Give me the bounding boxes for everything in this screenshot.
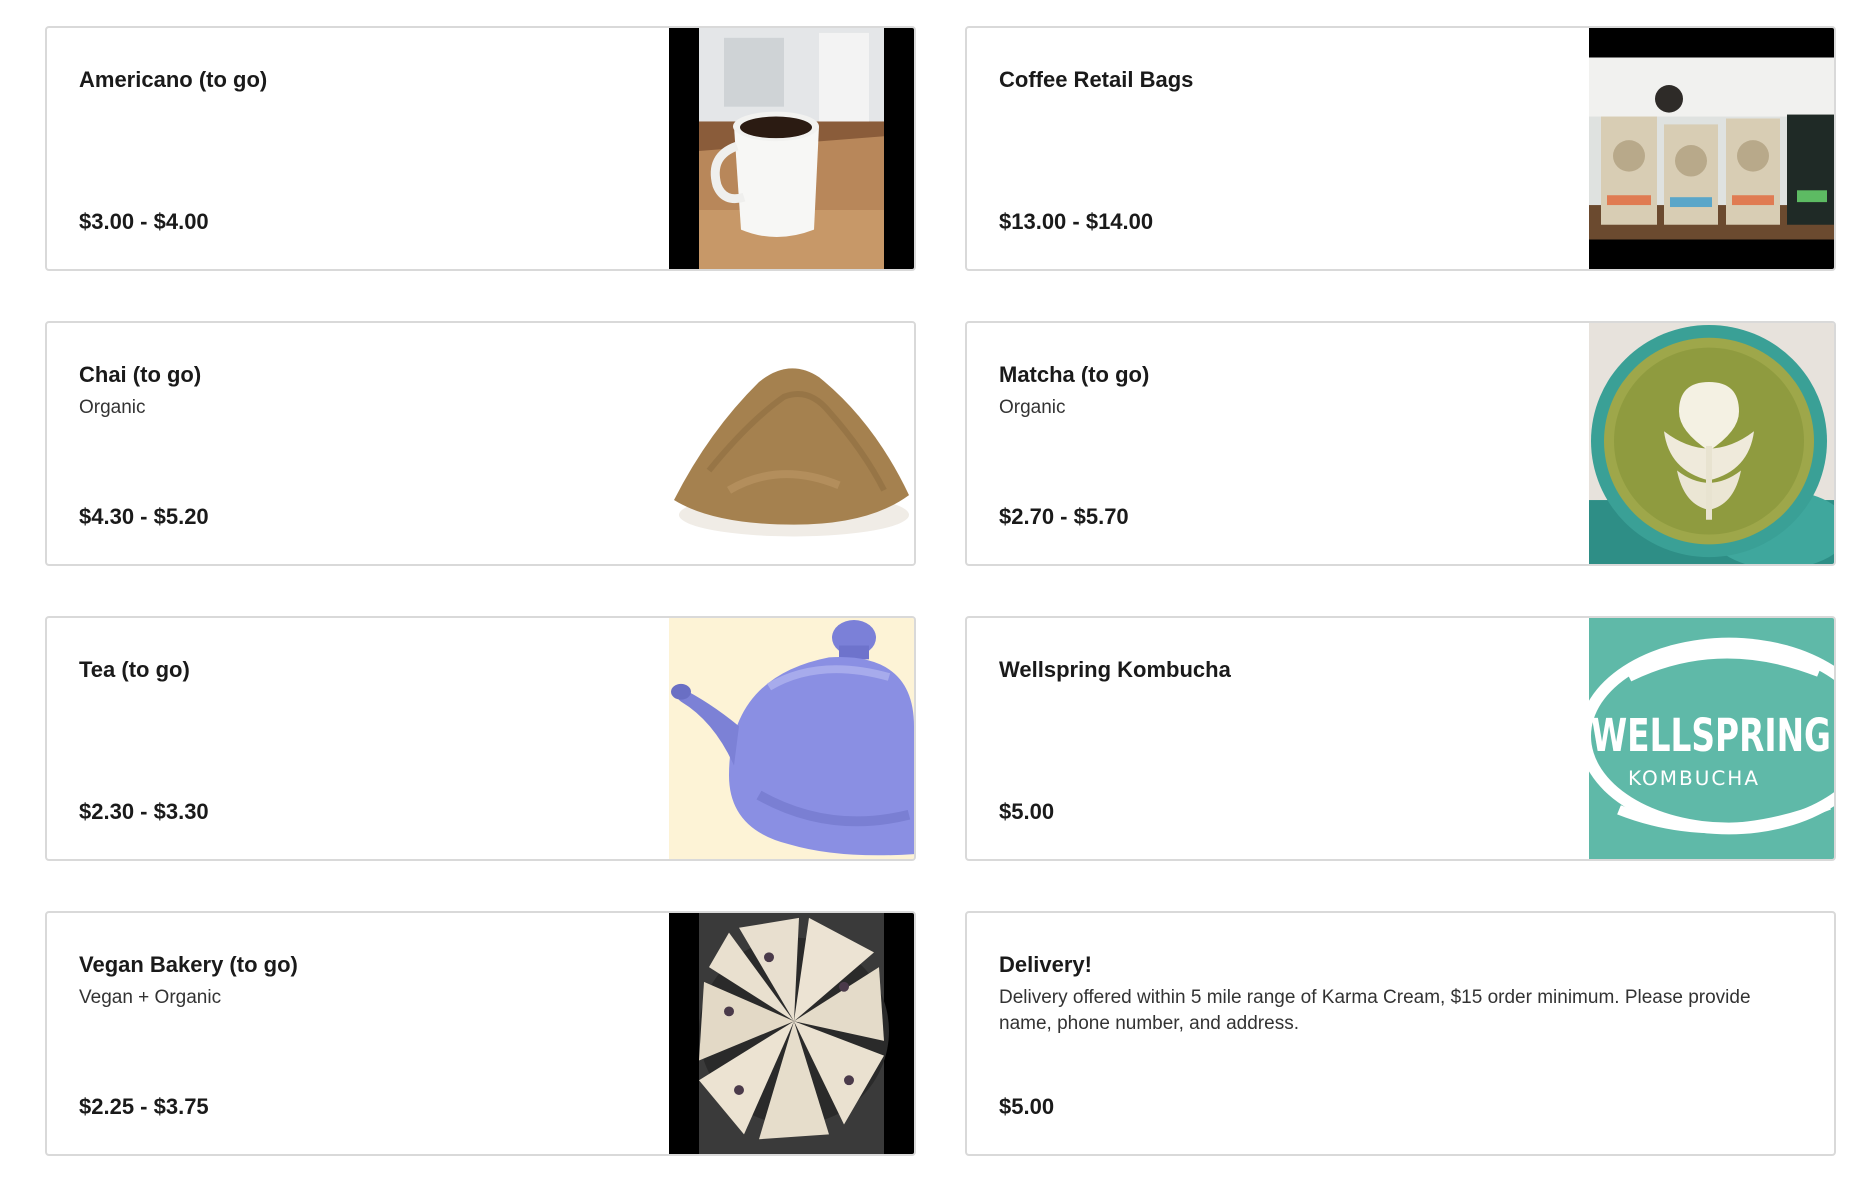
product-card-delivery[interactable]: Delivery! Delivery offered within 5 mile… [965,911,1836,1156]
product-card-coffee-retail-bags[interactable]: Coffee Retail Bags $13.00 - $14.00 [965,26,1836,271]
product-card-vegan-bakery[interactable]: Vegan Bakery (to go) Vegan + Organic $2.… [45,911,916,1156]
product-image[interactable] [669,913,914,1154]
product-price: $4.30 - $5.20 [79,504,209,529]
product-name: Delivery! [999,952,1092,977]
product-image[interactable] [1589,28,1834,269]
product-image[interactable] [669,618,914,859]
product-image[interactable] [669,28,914,269]
product-price: $5.00 [999,1094,1055,1119]
product-name: Vegan Bakery (to go) [79,952,298,977]
product-info: Tea (to go) [79,656,654,859]
product-info: Americano (to go) [79,66,654,269]
product-card-chai[interactable]: Chai (to go) Organic $4.30 - $5.20 [45,321,916,566]
product-name: Americano (to go) [79,67,268,92]
product-grid: Americano (to go) $3.00 - $4.00 Coffee R… [45,26,1836,1156]
logo-subtext: KOMBUCHA [1628,767,1760,790]
product-image[interactable]: WELLSPRING KOMBUCHA [1589,618,1834,859]
product-price: $5.00 [999,799,1055,824]
product-card-americano[interactable]: Americano (to go) $3.00 - $4.00 [45,26,916,271]
product-description: Vegan + Organic [79,986,222,1008]
product-name: Tea (to go) [79,657,190,682]
product-image[interactable] [669,323,914,564]
product-price: $13.00 - $14.00 [999,209,1154,234]
product-card-tea[interactable]: Tea (to go) $2.30 - $3.30 [45,616,916,861]
product-price: $2.30 - $3.30 [79,799,209,824]
product-name: Chai (to go) [79,362,202,387]
product-price: $3.00 - $4.00 [79,209,209,234]
product-info: Delivery! Delivery offered within 5 mile… [999,951,1802,1154]
product-card-wellspring-kombucha[interactable]: Wellspring Kombucha $5.00 WELLSPRING KOM… [965,616,1836,861]
product-name: Wellspring Kombucha [999,657,1231,682]
product-info: Coffee Retail Bags [999,66,1574,269]
product-info: Vegan Bakery (to go) Vegan + Organic [79,951,654,1154]
product-info: Wellspring Kombucha [999,656,1574,859]
logo-wordmark: WELLSPRING [1591,709,1831,762]
product-name: Matcha (to go) [999,362,1150,387]
product-image[interactable] [1589,323,1834,564]
product-price: $2.25 - $3.75 [79,1094,209,1119]
product-description: Organic [999,396,1066,418]
product-description: Organic [79,396,146,418]
product-info: Chai (to go) Organic [79,361,654,564]
product-info: Matcha (to go) Organic [999,361,1574,564]
product-card-matcha[interactable]: Matcha (to go) Organic $2.70 - $5.70 [965,321,1836,566]
product-price: $2.70 - $5.70 [999,504,1129,529]
product-description: Delivery offered within 5 mile range of … [999,986,1751,1035]
product-name: Coffee Retail Bags [999,67,1194,92]
